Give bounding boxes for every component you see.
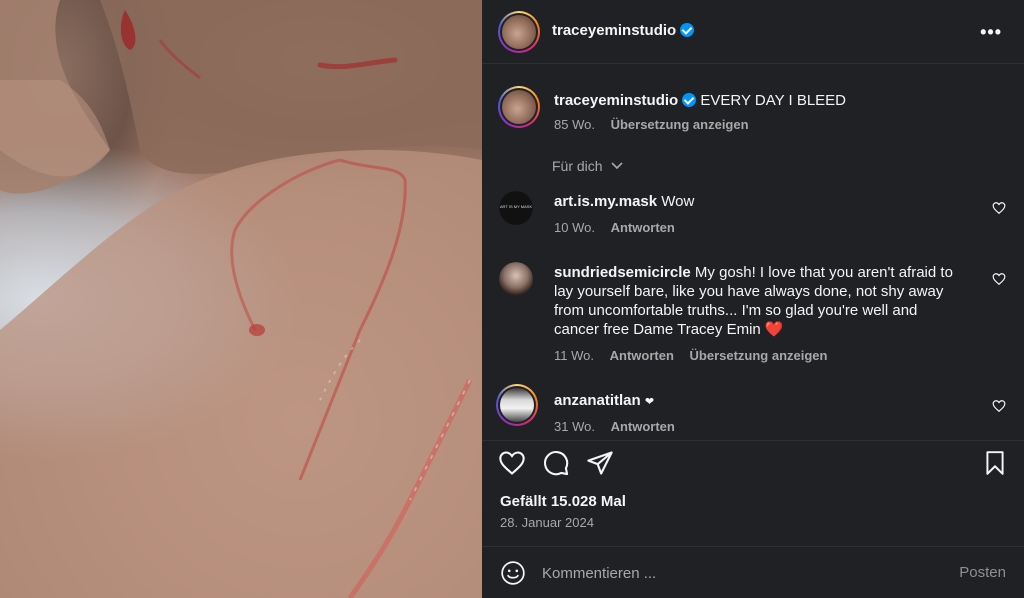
caption-meta: 85 Wo. Übersetzung anzeigen <box>554 117 749 132</box>
caption-avatar[interactable] <box>498 86 540 128</box>
post-image[interactable] <box>0 0 482 598</box>
comment-text: Wow <box>661 193 695 210</box>
comment-meta: 11 Wo. Antworten Übersetzung anzeigen <box>554 348 827 363</box>
post-comment-button[interactable]: Posten <box>959 564 1006 581</box>
like-comment-heart-icon[interactable] <box>992 201 1006 215</box>
reply-link[interactable]: Antworten <box>611 419 675 434</box>
like-heart-icon[interactable] <box>498 449 526 477</box>
post-detail-panel: traceyeminstudio ••• traceyeminstudio EV… <box>482 0 1024 598</box>
action-bar: Gefällt 15.028 Mal 28. Januar 2024 <box>482 440 1024 546</box>
caption-translate-link[interactable]: Übersetzung anzeigen <box>611 117 749 132</box>
comment-age: 10 Wo. <box>554 220 595 235</box>
comment-meta: 10 Wo. Antworten <box>554 220 675 235</box>
comment-bubble-icon[interactable] <box>542 449 570 477</box>
like-comment-heart-icon[interactable] <box>992 272 1006 286</box>
comment-age: 11 Wo. <box>554 348 594 363</box>
caption-text: EVERY DAY I BLEED <box>700 92 847 109</box>
verified-badge-icon <box>682 93 697 107</box>
post-image-artwork <box>0 0 482 598</box>
comment-username[interactable]: anzanatitlan <box>554 392 641 409</box>
avatar-text: ART IS MY MASK <box>499 204 533 209</box>
comment-username[interactable]: art.is.my.mask <box>554 193 657 210</box>
verified-badge-icon <box>680 23 695 37</box>
comment-age: 31 Wo. <box>554 419 595 434</box>
comment-text: ❤ <box>644 396 655 408</box>
likes-count[interactable]: Gefällt 15.028 Mal <box>500 493 626 510</box>
post-header: traceyeminstudio ••• <box>482 0 1024 64</box>
emoji-smiley-icon[interactable] <box>500 560 526 586</box>
like-comment-heart-icon[interactable] <box>992 399 1006 413</box>
comment-translate-link[interactable]: Übersetzung anzeigen <box>690 348 828 363</box>
share-paper-plane-icon[interactable] <box>586 449 614 477</box>
chevron-down-icon <box>611 162 624 170</box>
caption-age: 85 Wo. <box>554 117 595 132</box>
comment-input[interactable] <box>542 561 922 585</box>
author-avatar[interactable] <box>498 11 540 53</box>
comment-composer: Posten <box>482 546 1024 598</box>
save-bookmark-icon[interactable] <box>982 449 1008 477</box>
header-username[interactable]: traceyeminstudio <box>552 22 676 39</box>
caption-username[interactable]: traceyeminstudio <box>554 92 678 109</box>
comment-meta: 31 Wo. Antworten <box>554 419 675 434</box>
more-options-icon[interactable]: ••• <box>980 22 1002 43</box>
caption-text-row: traceyeminstudio EVERY DAY I BLEED <box>554 91 846 110</box>
reply-link[interactable]: Antworten <box>611 220 675 235</box>
commenter-avatar[interactable]: ART IS MY MASK <box>499 191 533 225</box>
header-author: traceyeminstudio <box>552 22 695 40</box>
comment-body: sundriedsemicircle My gosh! I love that … <box>554 263 964 339</box>
reply-link[interactable]: Antworten <box>610 348 674 363</box>
commenter-avatar[interactable] <box>496 384 538 426</box>
comment-body: anzanatitlan ❤ <box>554 391 654 412</box>
comment-body: art.is.my.mask Wow <box>554 192 694 211</box>
comment-filter[interactable]: Für dich <box>552 158 624 174</box>
commenter-avatar[interactable] <box>499 262 533 296</box>
comment-username[interactable]: sundriedsemicircle <box>554 264 691 281</box>
post-date: 28. Januar 2024 <box>500 515 594 530</box>
comment-filter-label: Für dich <box>552 158 603 174</box>
